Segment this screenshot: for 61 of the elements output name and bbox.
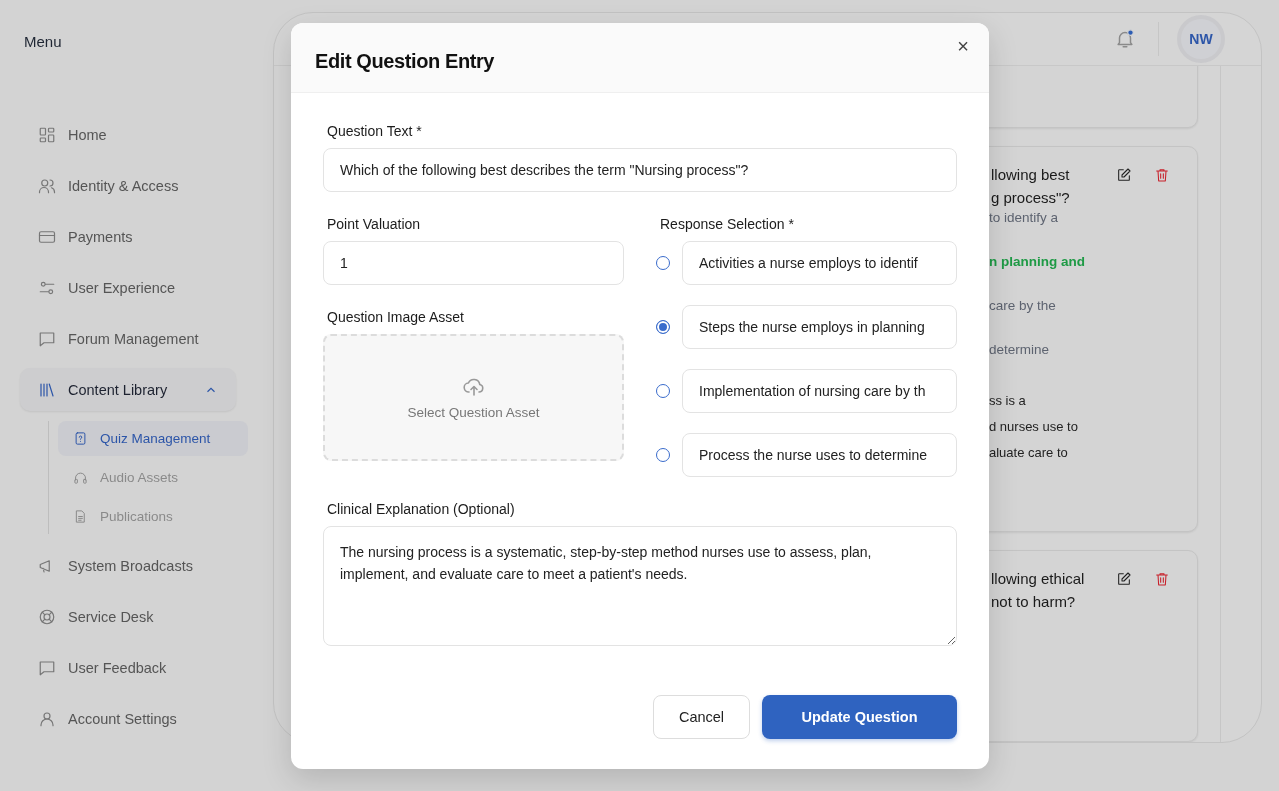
upload-prompt: Select Question Asset bbox=[407, 405, 540, 420]
nav-item[interactable]: Payments bbox=[20, 215, 236, 258]
nav-subitem[interactable]: Quiz Management bbox=[58, 421, 248, 456]
question-title-fragment: g process"? bbox=[990, 188, 1071, 209]
notification-bell-icon[interactable] bbox=[1114, 28, 1136, 50]
radio-button[interactable] bbox=[656, 256, 670, 270]
close-button[interactable]: × bbox=[953, 35, 973, 58]
update-button[interactable]: Update Question bbox=[762, 695, 957, 739]
answer-option-fragment: n planning and bbox=[989, 253, 1086, 272]
field-label: Question Text * bbox=[326, 123, 423, 140]
question-title-fragment: not to harm? bbox=[990, 592, 1077, 613]
field-label: Point Valuation bbox=[326, 216, 422, 233]
image-upload-dropzone[interactable]: Select Question Asset bbox=[323, 334, 624, 461]
delete-icon[interactable] bbox=[1154, 167, 1170, 184]
chat-bubble-icon bbox=[38, 329, 56, 348]
nav-item[interactable]: Account Settings bbox=[20, 697, 236, 740]
nav-item[interactable]: User Experience bbox=[20, 266, 236, 309]
radio-button[interactable] bbox=[656, 320, 670, 334]
user-avatar[interactable]: NW bbox=[1181, 19, 1221, 59]
explanation-fragment: aluate care to bbox=[989, 444, 1069, 463]
grid-icon bbox=[38, 125, 56, 144]
question-title-fragment: llowing best bbox=[990, 165, 1071, 186]
response-option-field[interactable]: Steps the nurse employs in planning bbox=[682, 305, 957, 349]
books-icon bbox=[38, 380, 56, 399]
explanation-fragment: ss is a bbox=[989, 392, 1027, 411]
dialog-title: Edit Question Entry bbox=[315, 50, 495, 73]
edit-icon[interactable] bbox=[1116, 571, 1132, 588]
nav-item[interactable]: System Broadcasts bbox=[20, 544, 236, 587]
explanation-fragment: d nurses use to bbox=[989, 418, 1079, 437]
radio-button[interactable] bbox=[656, 448, 670, 462]
nav-item[interactable]: Content Library bbox=[20, 368, 236, 411]
nav-item[interactable]: Forum Management bbox=[20, 317, 236, 360]
headphones-icon bbox=[73, 470, 88, 485]
response-option-field[interactable]: Activities a nurse employs to identif bbox=[682, 241, 957, 285]
delete-icon[interactable] bbox=[1154, 571, 1170, 588]
lifebuoy-icon bbox=[38, 607, 56, 626]
answer-option-fragment: to identify a bbox=[989, 209, 1060, 228]
answer-option-fragment: care by the bbox=[989, 297, 1057, 316]
response-option-field[interactable]: Process the nurse uses to determine bbox=[682, 433, 957, 477]
radio-button[interactable] bbox=[656, 384, 670, 398]
answer-option-fragment: determine bbox=[989, 341, 1051, 360]
menu-title: Menu bbox=[23, 33, 63, 52]
nav-item[interactable]: Service Desk bbox=[20, 595, 236, 638]
field-label: Clinical Explanation (Optional) bbox=[326, 501, 516, 518]
explanation-textarea[interactable]: The nursing process is a systematic, step-by-step method nurses use to assess, plan, implement, and evaluate care to meet a patient's needs. bbox=[323, 526, 957, 646]
question-text-field[interactable]: Which of the following best describes the term "Nursing process"? bbox=[323, 148, 957, 192]
nav-item[interactable]: User Feedback bbox=[20, 646, 236, 689]
nav-item[interactable]: Home bbox=[20, 113, 236, 156]
cancel-button[interactable]: Cancel bbox=[653, 695, 750, 739]
edit-icon[interactable] bbox=[1116, 167, 1132, 184]
nav-item[interactable]: Identity & Access bbox=[20, 164, 236, 207]
user-icon bbox=[38, 709, 56, 728]
document-icon bbox=[73, 509, 88, 524]
field-label: Question Image Asset bbox=[326, 309, 465, 326]
chat-bubble-icon bbox=[38, 658, 56, 677]
question-title-fragment: llowing ethical bbox=[990, 569, 1086, 590]
point-valuation-field[interactable]: 1 bbox=[323, 241, 624, 285]
response-option-field[interactable]: Implementation of nursing care by th bbox=[682, 369, 957, 413]
users-icon bbox=[38, 176, 56, 195]
question-file-icon bbox=[73, 431, 88, 446]
field-label: Response Selection * bbox=[659, 216, 795, 233]
